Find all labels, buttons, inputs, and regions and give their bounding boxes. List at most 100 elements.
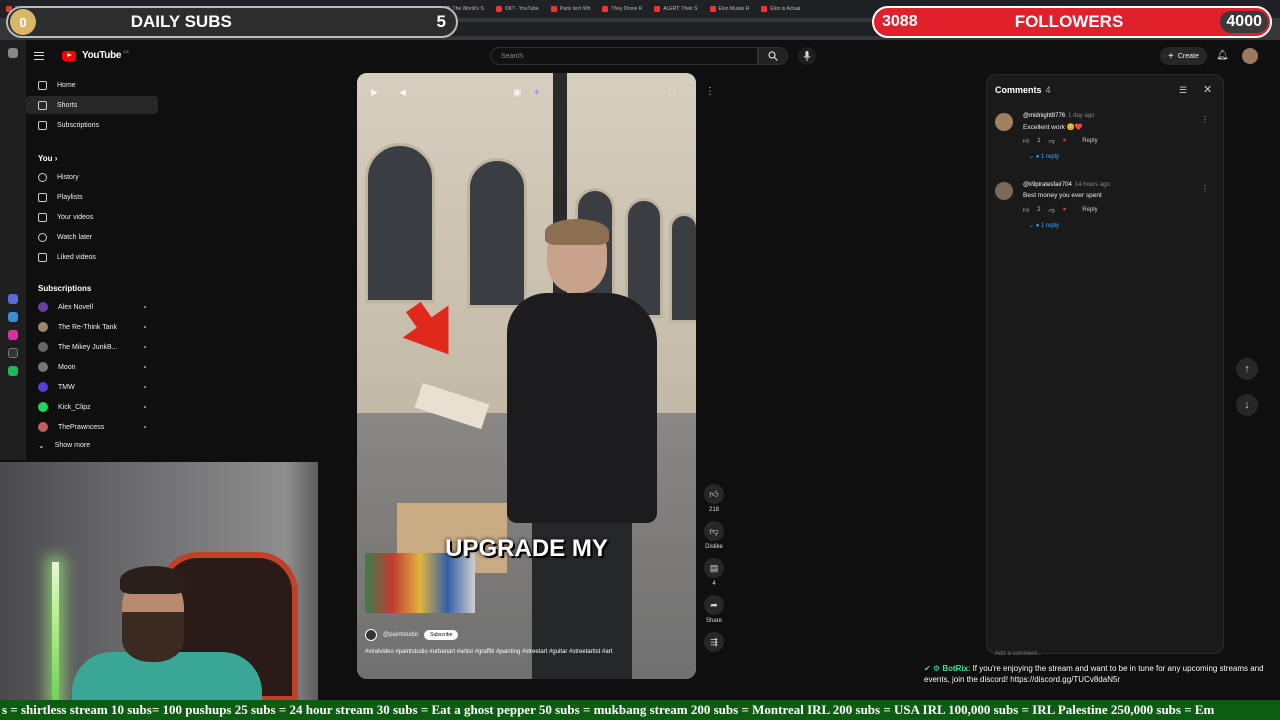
voice-search-button[interactable] [798,47,816,65]
dislike-button[interactable]: 👎︎ Dislike [700,521,728,550]
subscribe-button[interactable]: Subscribe [424,630,459,640]
sidebar-item-liked-videos[interactable]: Liked videos [26,248,158,266]
video-hashtags[interactable]: #viralvideo #paintstudio #urbanart #arti… [365,647,615,657]
thumbs-down-icon[interactable]: 👎︎ [1049,206,1055,214]
commenter-avatar[interactable] [995,182,1013,200]
comments-button[interactable]: ▤ 4 [700,558,728,587]
browser-tab[interactable]: Elon Musks R [704,0,756,18]
account-avatar[interactable] [1242,48,1258,64]
app-icon[interactable] [8,294,18,304]
search-button[interactable] [758,47,788,65]
comments-header: Comments 4 [995,85,1051,95]
led-light-bar [52,562,59,702]
sidebar-item-home[interactable]: Home [26,76,158,94]
sidebar-item-your-videos[interactable]: Your videos [26,208,158,226]
sidebar-item-shorts[interactable]: Shorts [26,96,158,114]
like-button[interactable]: 👍︎ 218 [700,484,728,513]
sidebar-item-you[interactable]: You › [38,154,57,163]
sidebar-subscription-item[interactable]: ThePrawncess [26,418,158,436]
more-options-icon[interactable]: ⋮ [1201,115,1209,124]
sidebar-subscription-item[interactable]: Kick_Clipz [26,398,158,416]
bot-name: BotRix [942,664,969,673]
volume-icon[interactable]: ◀ [399,87,413,101]
search-input[interactable]: Search [490,47,758,65]
play-icon[interactable]: ▶ [371,87,385,101]
create-button[interactable]: + Create [1160,47,1207,65]
sidebar-subscription-item[interactable]: The Re-Think Tank [26,318,158,336]
comment-time: 1 day ago [1068,113,1095,119]
comment-username[interactable]: @k9piratesfair704 [1023,182,1072,188]
notifications-bell-icon[interactable]: 🔔︎ [1216,50,1229,61]
reply-button[interactable]: Reply [1082,138,1097,144]
comment-text: Excellent work 😊❤️ [1023,124,1083,131]
commenter-avatar[interactable] [995,113,1013,131]
fullscreen-icon[interactable]: ⛶ [669,87,683,101]
instagram-icon[interactable] [8,330,18,340]
channel-name[interactable]: @paintstudio [383,632,418,638]
extension-icon[interactable]: ✦ [533,87,547,101]
view-replies-button[interactable]: ⌄ ● 1 reply [1029,153,1059,160]
browser-tab[interactable]: Elon is Actual [755,0,806,18]
home-icon [38,80,47,90]
bookmark-icon[interactable] [8,48,18,58]
browser-tab[interactable]: OK? - YouTube [490,0,545,18]
comment-author[interactable]: @k9piratesfair704 14 hours ago [1023,182,1110,188]
sidebar-item-watch-later[interactable]: Watch later [26,228,158,246]
bot-message-text: : If you're enjoying the stream and want… [924,664,1264,684]
view-replies-button[interactable]: ⌄ ● 1 reply [1029,222,1059,229]
arrow-up-icon[interactable]: ↑ [1236,358,1258,380]
history-icon [38,172,47,182]
x-icon[interactable] [8,348,18,358]
creator-heart-icon: ♥ [1062,138,1067,144]
more-options-icon[interactable]: ⋮ [705,86,715,97]
thumbs-up-icon: 👍︎ [704,484,724,504]
captions-icon[interactable]: ▣ [513,87,527,101]
sidebar-item-subscriptions[interactable]: Subscriptions [26,116,158,134]
tab-favicon-icon [654,6,661,12]
stream-goals-ticker: s = shirtless stream 10 subs= 100 pushup… [0,700,1280,720]
shorts-actions: 👍︎ 218 👎︎ Dislike ▤ 4 ➦ Share ⇶ [700,484,728,660]
share-button[interactable]: ➦ Share [700,595,728,624]
channel-avatar[interactable] [365,629,377,641]
add-comment-input[interactable]: Add a comment... [995,651,1042,657]
app-icon[interactable] [8,312,18,322]
comment-like-count: 1 [1037,138,1041,144]
sort-icon[interactable]: ☰ [1179,85,1187,96]
browser-tab[interactable]: ALERT: Their S [648,0,703,18]
show-more-button[interactable]: ⌄ Show more [26,436,158,454]
comment-author[interactable]: @midnight8776 1 day ago [1023,113,1094,119]
arrow-down-icon[interactable]: ↓ [1236,394,1258,416]
channel-avatar [38,302,48,312]
sidebar-subscription-item[interactable]: TMW [26,378,158,396]
sidebar-item-playlists[interactable]: Playlists [26,188,158,206]
shorts-video-player[interactable]: ▶ ◀ ▣ ✦ ⛶ UPGRADE MY @paintstudio Subscr… [357,73,696,679]
sidebar-item-history[interactable]: History [26,168,158,186]
reply-button[interactable]: Reply [1082,207,1097,213]
comment-username[interactable]: @midnight8776 [1023,113,1065,119]
sidebar-item-label: Liked videos [57,253,96,261]
tab-favicon-icon [761,6,768,12]
spotify-icon[interactable] [8,366,18,376]
playlists-icon [38,192,47,202]
browser-tab[interactable]: Paris Isn't Wh [545,0,597,18]
thumbs-up-icon[interactable]: 👍︎ [1023,206,1029,214]
tab-favicon-icon [602,6,609,12]
thumbs-up-icon[interactable]: 👍︎ [1023,137,1029,145]
subscriptions-heading: Subscriptions [38,284,92,293]
thumbs-down-icon[interactable]: 👎︎ [1049,137,1055,145]
comment-item: @k9piratesfair704 14 hours ago Best money … [995,182,1215,242]
tab-favicon-icon [550,6,557,12]
sidebar-subscription-item[interactable]: Moon [26,358,158,376]
browser-tab[interactable]: They Drove R [596,0,648,18]
sidebar-item-label: The Mikey JunkB... [58,343,118,351]
sidebar-subscription-item[interactable]: Alex Novell [26,298,158,316]
like-count: 218 [708,507,719,513]
close-icon[interactable]: ✕ [1203,83,1212,96]
comment-item: @midnight8776 1 day ago Excellent work 😊❤️… [995,113,1215,173]
webcam-feed [0,462,318,702]
more-options-icon[interactable]: ⋮ [1201,184,1209,193]
daily-subs-overlay: 0 DAILY SUBS 5 [6,6,458,38]
remix-button[interactable]: ⇶ [700,632,728,652]
sidebar-subscription-item[interactable]: The Mikey JunkB... [26,338,158,356]
channel-avatar [38,422,48,432]
